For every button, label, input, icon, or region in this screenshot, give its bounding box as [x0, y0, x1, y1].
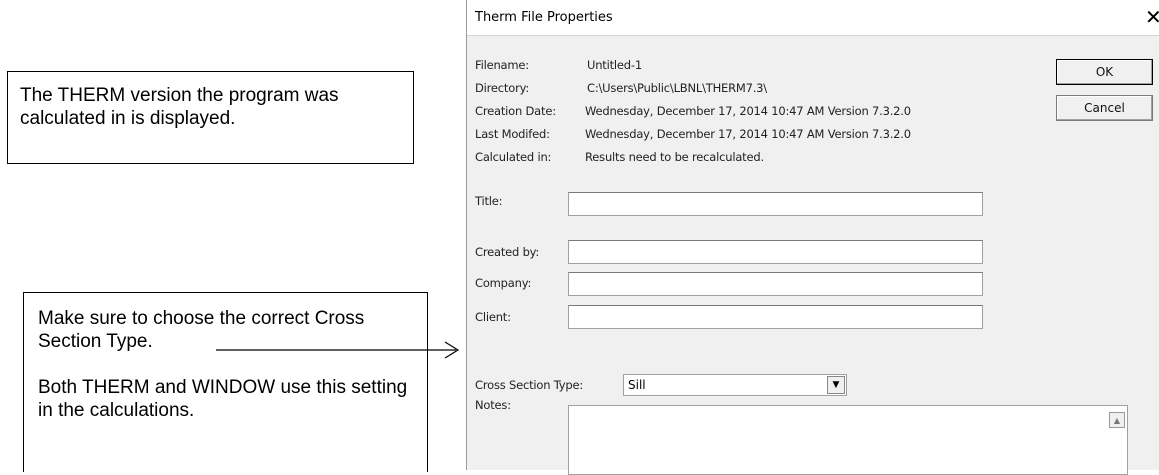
- cross-section-type-label: Cross Section Type:: [475, 378, 584, 392]
- title-label: Title:: [475, 194, 503, 208]
- cancel-button[interactable]: Cancel: [1056, 95, 1153, 121]
- ok-button[interactable]: OK: [1056, 59, 1153, 85]
- client-input[interactable]: [568, 305, 983, 329]
- title-input[interactable]: [568, 192, 983, 216]
- close-icon[interactable]: ✕: [1145, 5, 1159, 29]
- created-by-label: Created by:: [475, 245, 540, 259]
- creation-date-label: Creation Date:: [475, 104, 556, 118]
- directory-value: C:\Users\Public\LBNL\THERM7.3\: [587, 81, 767, 95]
- filename-label: Filename:: [475, 58, 529, 72]
- dialog-titlebar: Therm File Properties ✕: [467, 0, 1159, 36]
- calculated-in-value: Results need to be recalculated.: [585, 150, 764, 164]
- chevron-down-icon[interactable]: ▼: [827, 376, 845, 394]
- cross-section-type-value: Sill: [628, 378, 646, 392]
- last-modified-label: Last Modifed:: [475, 127, 550, 141]
- last-modified-value: Wednesday, December 17, 2014 10:47 AM Ve…: [585, 127, 911, 141]
- calculated-in-label: Calculated in:: [475, 150, 552, 164]
- therm-file-properties-dialog: Therm File Properties ✕ Filename: Untitl…: [466, 0, 1159, 475]
- creation-date-value: Wednesday, December 17, 2014 10:47 AM Ve…: [585, 104, 911, 118]
- dialog-title: Therm File Properties: [475, 10, 613, 25]
- scroll-up-icon[interactable]: ▲: [1109, 412, 1125, 428]
- created-by-input[interactable]: [568, 240, 983, 264]
- notes-label: Notes:: [475, 398, 511, 412]
- filename-value: Untitled-1: [587, 58, 642, 72]
- client-label: Client:: [475, 310, 511, 324]
- notes-textarea[interactable]: ▲: [568, 405, 1128, 475]
- company-input[interactable]: [568, 272, 983, 296]
- company-label: Company:: [475, 276, 532, 290]
- cross-section-type-select[interactable]: Sill ▼: [623, 374, 847, 396]
- directory-label: Directory:: [475, 81, 530, 95]
